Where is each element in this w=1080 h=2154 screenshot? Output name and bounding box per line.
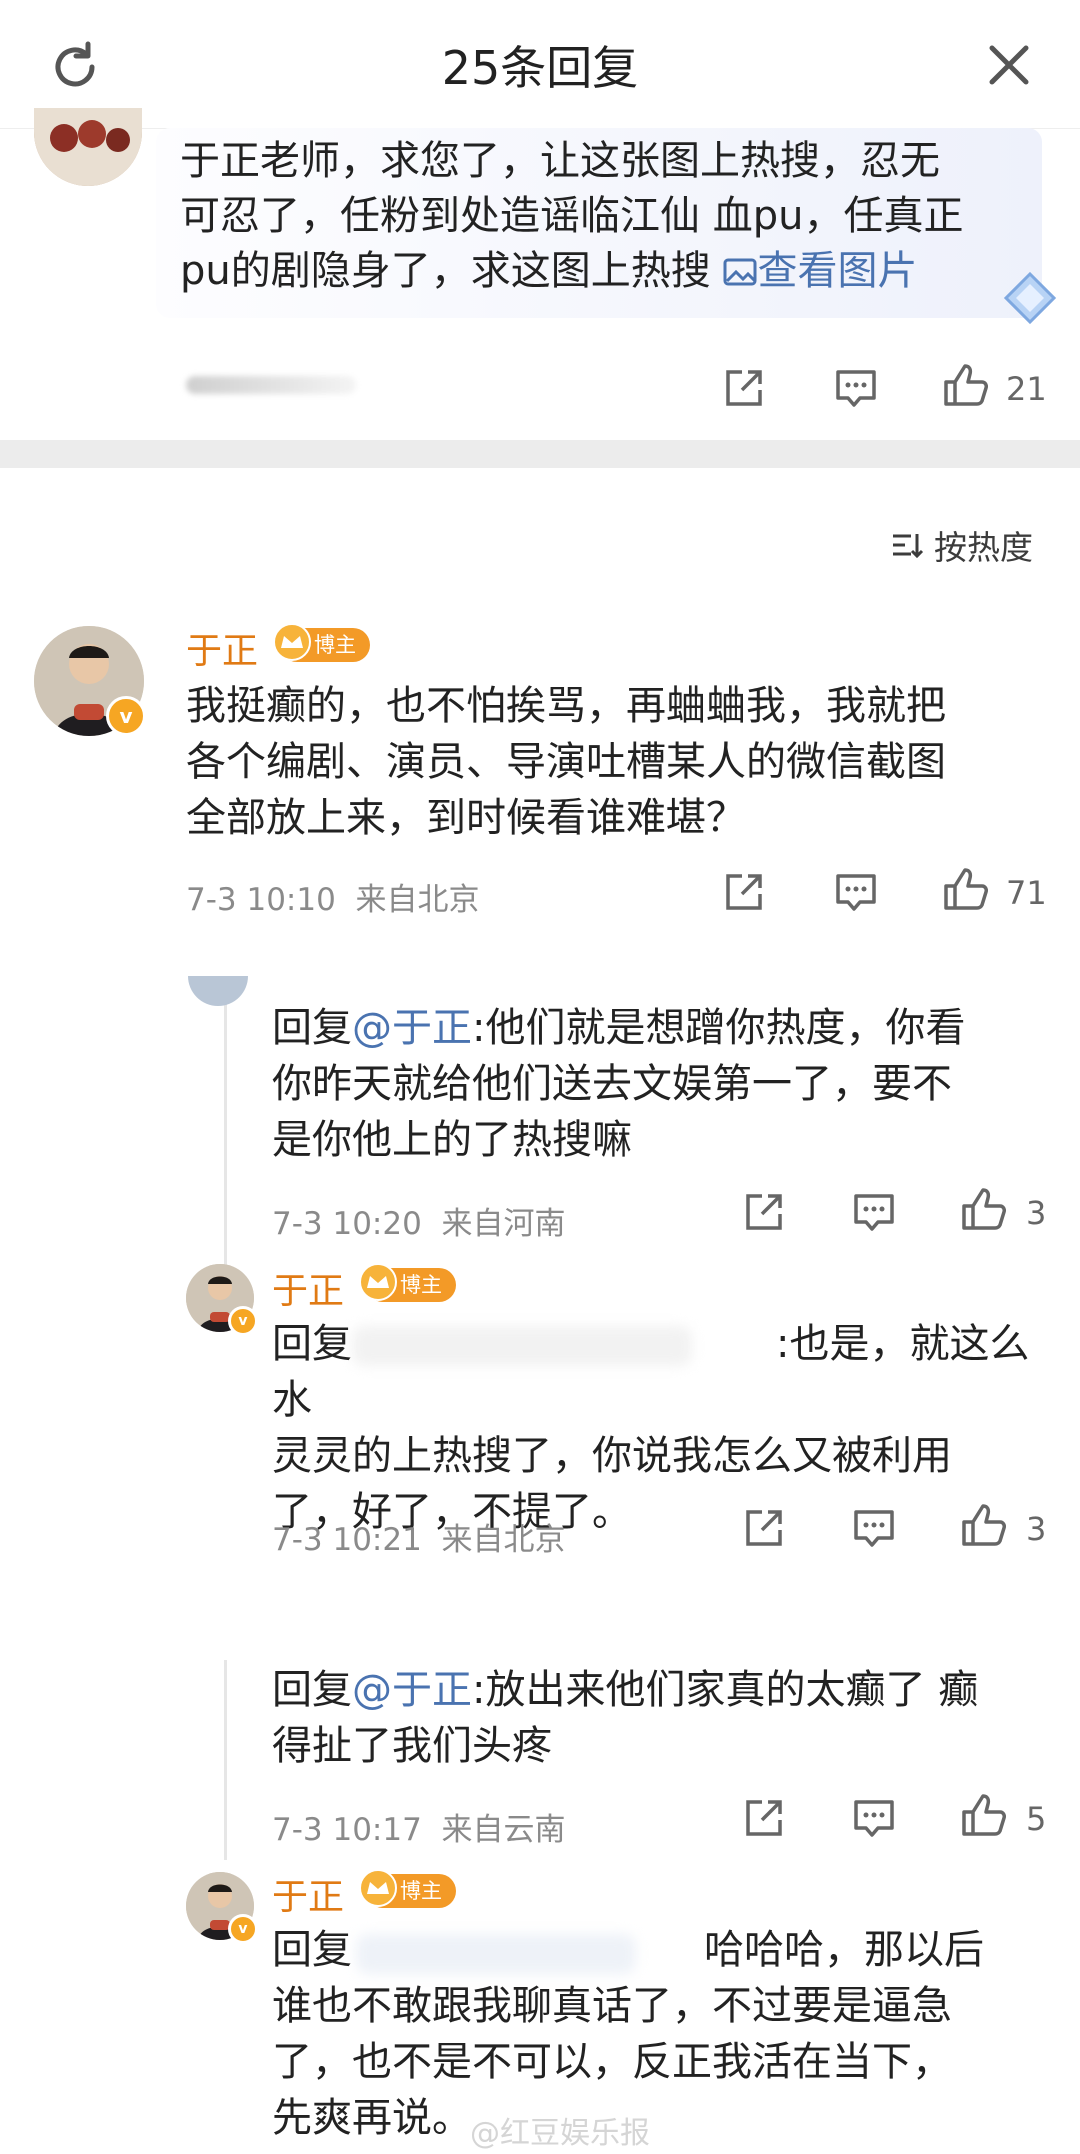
- author-badge: 博主: [359, 1869, 456, 1908]
- share-icon[interactable]: [742, 1190, 786, 1234]
- blurred-username: [186, 376, 356, 394]
- like-icon[interactable]: [960, 1186, 1006, 1232]
- close-icon[interactable]: [984, 40, 1034, 90]
- like-count: 21: [1006, 370, 1047, 408]
- comment-location: 来自北京: [355, 882, 480, 918]
- author-badge: 博主: [359, 1263, 456, 1302]
- comment-meta: 7-3 10:10 来自北京: [186, 874, 480, 919]
- diamond-icon: [1000, 268, 1060, 328]
- comment-icon[interactable]: [852, 1798, 896, 1840]
- reply-text: 回复@于正:放出来他们家真的太癫了 癫 得扯了我们头疼: [272, 1667, 979, 1769]
- comment-text: 我挺癫的，也不怕挨骂，再蛐蛐我，我就把 各个编剧、演员、导演吐槽某人的微信截图 …: [186, 683, 946, 841]
- thread-line: [224, 1000, 227, 1290]
- reply-time: 7-3 10:21: [272, 1522, 422, 1558]
- reply-text: 回复 哈哈哈，那以后 谁也不敢跟我聊真话了，不过要是逼急 了，也不是不可以，反正我…: [272, 1927, 984, 2141]
- comment-text: 于正老师，求您了，让这张图上热搜，忍无 可忍了，任粉到处造谣临江仙 血pu，任真…: [180, 138, 964, 294]
- crown-icon: [359, 1263, 397, 1301]
- share-icon[interactable]: [722, 870, 766, 914]
- avatar[interactable]: [188, 976, 248, 1006]
- comment-icon[interactable]: [852, 1508, 896, 1550]
- like-icon[interactable]: [942, 362, 988, 408]
- thread-line: [224, 1660, 227, 1860]
- crown-icon: [273, 623, 311, 661]
- reply-meta: 7-3 10:17 来自云南: [272, 1804, 566, 1849]
- sort-button[interactable]: 按热度: [890, 520, 1033, 570]
- view-image-link[interactable]: 查看图片: [723, 248, 917, 294]
- mention-link[interactable]: @于正: [352, 1667, 472, 1713]
- reply-location: 来自北京: [441, 1522, 566, 1558]
- image-icon: [723, 258, 757, 286]
- reply-text: 回复:也是，就这么水 灵灵的上热搜了，你说我怎么又被利用 了，好了，不提了。: [272, 1321, 1030, 1535]
- like-icon[interactable]: [960, 1502, 1006, 1548]
- reply-location: 来自云南: [441, 1812, 566, 1848]
- reply-author[interactable]: 于正: [272, 1262, 344, 1314]
- header: 25条回复: [0, 0, 1080, 129]
- comment-time: 7-3 10:10: [186, 882, 336, 918]
- reply-meta: 7-3 10:21 来自北京: [272, 1514, 566, 1559]
- comment-icon[interactable]: [852, 1192, 896, 1234]
- crown-icon: [359, 1869, 397, 1907]
- share-icon[interactable]: [722, 366, 766, 410]
- page-title: 25条回复: [441, 41, 639, 95]
- like-count: 3: [1026, 1510, 1047, 1548]
- section-divider: [0, 440, 1080, 468]
- sort-label: 按热度: [934, 528, 1033, 567]
- like-count: 3: [1026, 1194, 1047, 1232]
- like-count: 5: [1026, 1800, 1047, 1838]
- verified-icon: v: [228, 1914, 258, 1944]
- reply-time: 7-3 10:20: [272, 1206, 422, 1242]
- share-icon[interactable]: [742, 1506, 786, 1550]
- comment-icon[interactable]: [834, 872, 878, 914]
- like-count: 71: [1006, 874, 1047, 912]
- reply-text: 回复@于正:他们就是想蹭你热度，你看 你昨天就给他们送去文娱第一了，要不 是你他…: [272, 1005, 966, 1163]
- share-icon[interactable]: [742, 1796, 786, 1840]
- mention-link[interactable]: @于正: [352, 1005, 472, 1051]
- reply-meta: 7-3 10:20 来自河南: [272, 1198, 566, 1243]
- avatar[interactable]: [34, 108, 142, 186]
- like-icon[interactable]: [960, 1792, 1006, 1838]
- reply-location: 来自河南: [441, 1206, 566, 1242]
- reply-time: 7-3 10:17: [272, 1812, 422, 1848]
- comment-author[interactable]: 于正: [186, 622, 258, 674]
- comment-icon[interactable]: [834, 368, 878, 410]
- watermark: @红豆娱乐报: [470, 2116, 650, 2151]
- sort-icon: [893, 534, 924, 559]
- like-icon[interactable]: [942, 866, 988, 912]
- verified-icon: v: [228, 1306, 258, 1336]
- reply-author[interactable]: 于正: [272, 1868, 344, 1920]
- verified-icon: v: [106, 696, 146, 736]
- author-badge: 博主: [273, 623, 370, 662]
